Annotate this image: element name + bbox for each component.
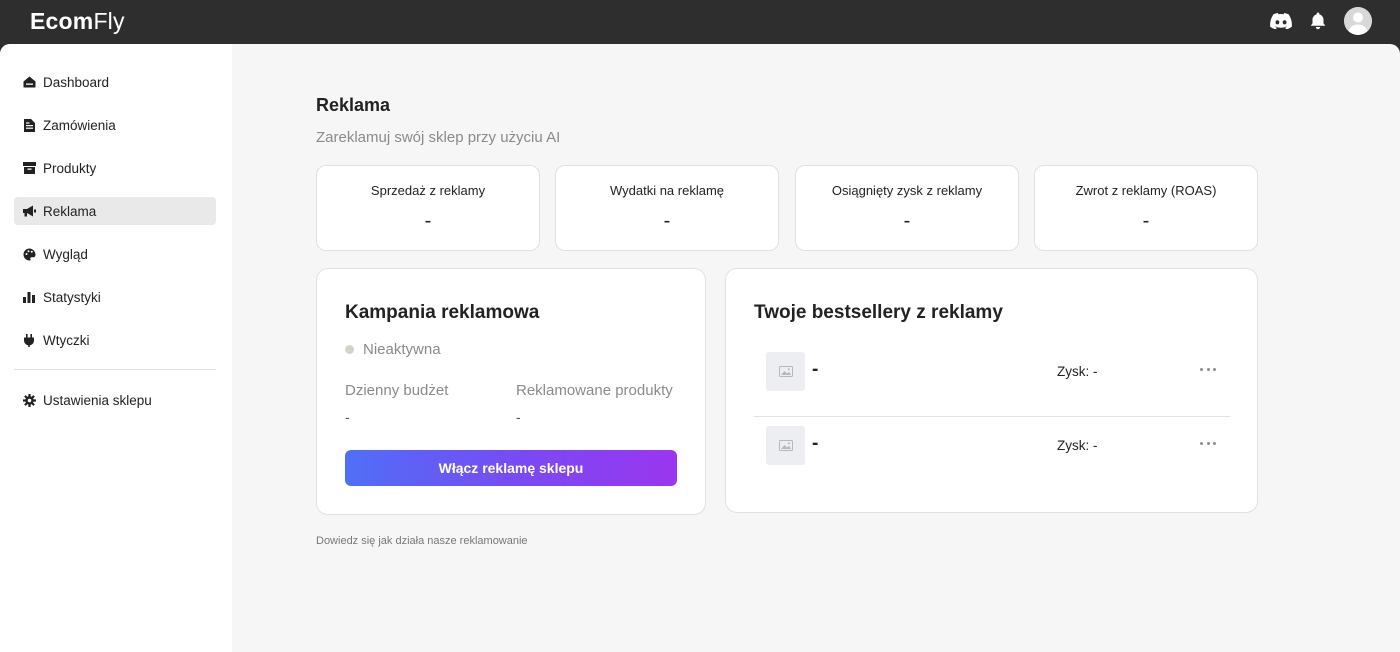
sidebar-item-label: Ustawienia sklepu bbox=[43, 392, 152, 408]
brand-logo-part1: Ecom bbox=[30, 8, 94, 34]
campaign-status-label: Nieaktywna bbox=[363, 341, 441, 358]
discord-icon[interactable] bbox=[1270, 13, 1292, 29]
user-avatar-icon[interactable] bbox=[1344, 7, 1372, 35]
sidebar-item-label: Wtyczki bbox=[43, 332, 90, 348]
advertised-products-value: - bbox=[516, 409, 521, 425]
sidebar-item-label: Reklama bbox=[43, 203, 97, 219]
page-title: Reklama bbox=[316, 95, 391, 115]
bestseller-name: - bbox=[812, 359, 819, 380]
document-icon bbox=[22, 118, 36, 132]
stat-card-ad-spend: Wydatki na reklamę - bbox=[555, 165, 779, 251]
sidebar-item-dashboard[interactable]: Dashboard bbox=[14, 68, 216, 96]
palette-icon bbox=[22, 247, 36, 261]
stat-value: - bbox=[424, 210, 432, 232]
sidebar-item-shop-settings[interactable]: Ustawienia sklepu bbox=[14, 386, 216, 414]
stat-value: - bbox=[663, 210, 671, 232]
sidebar-item-appearance[interactable]: Wygląd bbox=[14, 240, 216, 268]
campaign-card: Kampania reklamowa Nieaktywna Dzienny bu… bbox=[316, 268, 706, 515]
box-icon bbox=[22, 161, 36, 175]
page-subtitle: Zareklamuj swój sklep przy użyciu AI bbox=[316, 129, 561, 146]
image-placeholder-icon bbox=[766, 352, 805, 391]
more-options-icon[interactable] bbox=[1200, 433, 1216, 453]
stat-card-roas: Zwrot z reklamy (ROAS) - bbox=[1034, 165, 1258, 251]
sidebar-item-label: Statystyki bbox=[43, 289, 101, 305]
bell-icon[interactable] bbox=[1310, 12, 1326, 30]
stat-label: Osiągnięty zysk z reklamy bbox=[831, 183, 983, 198]
app-content: Dashboard Zamówienia Produkty Reklama Wy… bbox=[0, 44, 1400, 652]
sidebar-item-orders[interactable]: Zamówienia bbox=[14, 111, 216, 139]
stat-card-ad-sales: Sprzedaż z reklamy - bbox=[316, 165, 540, 251]
sidebar-divider bbox=[14, 369, 216, 370]
daily-budget-label: Dzienny budżet bbox=[345, 382, 449, 399]
sidebar-item-label: Dashboard bbox=[43, 74, 110, 90]
plug-icon bbox=[22, 333, 36, 347]
campaign-status: Nieaktywna bbox=[345, 341, 441, 358]
sidebar-item-ads[interactable]: Reklama bbox=[14, 197, 216, 225]
brand-logo[interactable]: EcomFly bbox=[30, 8, 125, 35]
top-icons bbox=[1270, 6, 1372, 36]
gear-icon bbox=[22, 393, 36, 407]
megaphone-icon bbox=[22, 204, 36, 218]
learn-more-link[interactable]: Dowiedz się jak działa nasze reklamowani… bbox=[316, 535, 528, 547]
home-icon bbox=[22, 75, 36, 89]
sidebar-item-statistics[interactable]: Statystyki bbox=[14, 283, 216, 311]
more-options-icon[interactable] bbox=[1200, 359, 1216, 379]
daily-budget-value: - bbox=[345, 409, 350, 425]
sidebar-item-label: Wygląd bbox=[43, 246, 88, 262]
enable-ads-button[interactable]: Włącz reklamę sklepu bbox=[345, 450, 677, 486]
stat-value: - bbox=[903, 210, 911, 232]
sidebar-item-label: Produkty bbox=[43, 160, 97, 176]
sidebar-nav: Dashboard Zamówienia Produkty Reklama Wy… bbox=[14, 68, 216, 429]
bestseller-name: - bbox=[812, 433, 819, 454]
status-dot-icon bbox=[345, 345, 354, 354]
stat-value: - bbox=[1142, 210, 1150, 232]
stat-label: Sprzedaż z reklamy bbox=[370, 183, 486, 198]
stat-label: Wydatki na reklamę bbox=[609, 183, 725, 198]
bestseller-profit: Zysk: - bbox=[1057, 364, 1098, 379]
bestsellers-title: Twoje bestsellery z reklamy bbox=[754, 302, 1003, 323]
campaign-title: Kampania reklamowa bbox=[345, 302, 540, 323]
bar-chart-icon bbox=[22, 290, 36, 304]
bestsellers-card: Twoje bestsellery z reklamy - Zysk: - - … bbox=[725, 268, 1258, 513]
sidebar: Dashboard Zamówienia Produkty Reklama Wy… bbox=[0, 44, 232, 652]
stat-label: Zwrot z reklamy (ROAS) bbox=[1075, 183, 1217, 198]
stat-card-ad-profit: Osiągnięty zysk z reklamy - bbox=[795, 165, 1019, 251]
bestseller-profit: Zysk: - bbox=[1057, 438, 1098, 453]
bestseller-row[interactable]: - Zysk: - bbox=[754, 417, 1230, 491]
sidebar-item-products[interactable]: Produkty bbox=[14, 154, 216, 182]
brand-logo-part2: Fly bbox=[93, 8, 125, 34]
advertised-products-label: Reklamowane produkty bbox=[516, 382, 673, 399]
image-placeholder-icon bbox=[766, 426, 805, 465]
bestseller-row[interactable]: - Zysk: - bbox=[754, 343, 1230, 417]
main-content: Reklama Zareklamuj swój sklep przy użyci… bbox=[232, 44, 1400, 652]
sidebar-item-plugins[interactable]: Wtyczki bbox=[14, 326, 216, 354]
top-bar: EcomFly bbox=[0, 0, 1400, 44]
sidebar-item-label: Zamówienia bbox=[43, 117, 116, 133]
